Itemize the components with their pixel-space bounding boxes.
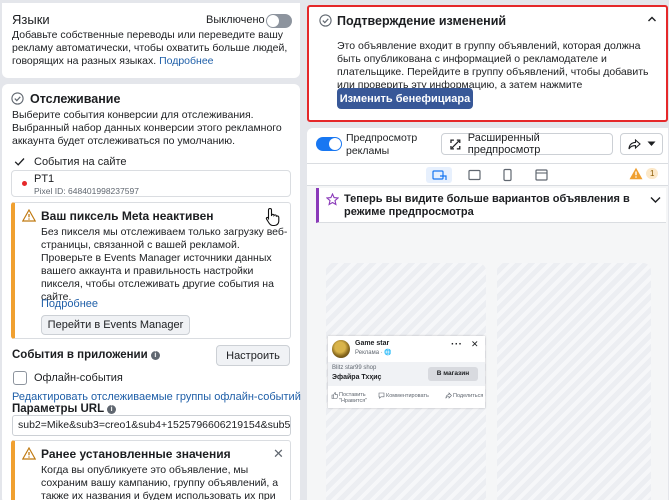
chevron-down-icon	[647, 141, 655, 146]
share-dropdown-button[interactable]	[620, 133, 663, 155]
edit-offline-events-link[interactable]: Редактировать отслеживаемые группы офлай…	[12, 391, 301, 403]
pixel-warning-text: Без пикселя мы отслеживаем только загруз…	[41, 226, 288, 303]
languages-more-link[interactable]: Подробнее	[159, 55, 213, 67]
languages-card: Языки Выключено Добавьте собственные пер…	[2, 3, 300, 78]
app-events-info-icon: i	[150, 351, 160, 360]
ad-page-name: Game star	[355, 340, 390, 347]
setup-button[interactable]: Настроить	[216, 345, 290, 366]
confirm-check-icon	[319, 14, 332, 30]
mouse-cursor-icon	[264, 207, 282, 230]
advanced-preview-button[interactable]: Расширенный предпросмотр	[441, 132, 613, 156]
ad-close-icon[interactable]: ✕	[471, 339, 479, 350]
warning-icon	[21, 208, 37, 225]
website-events-label: События на сайте	[34, 156, 127, 168]
tracking-check-icon	[11, 92, 24, 105]
preview-panel: Предпросмотр рекламы Расширенный предпро…	[307, 128, 668, 500]
pixel-warning-more-link[interactable]: Подробнее	[41, 298, 98, 310]
pixel-status-dot	[22, 181, 27, 186]
variants-notice: Теперь вы видите больше вариантов объявл…	[316, 188, 666, 223]
confirm-title: Подтверждение изменений	[337, 14, 507, 28]
offline-events-checkbox[interactable]	[13, 371, 27, 385]
warning-triangle-icon	[629, 167, 643, 180]
prior-values-box: Ранее установленные значения ✕ Когда вы …	[11, 440, 291, 500]
tracking-description: Выберите события конверсии для отслежива…	[12, 109, 282, 147]
tab-layout-icon[interactable]	[533, 167, 549, 186]
tracking-title: Отслеживание	[30, 92, 121, 106]
change-beneficiary-button[interactable]: Изменить бенефициара	[337, 88, 473, 109]
tracking-card: Отслеживание Выберите события конверсии …	[2, 84, 301, 500]
url-params-label: Параметры URL i	[12, 403, 117, 415]
preview-topbar: Предпросмотр рекламы Расширенный предпро…	[307, 128, 668, 164]
preview-toggle[interactable]	[316, 137, 342, 151]
prior-values-warning-icon	[21, 446, 37, 463]
ad-product-title: Эфайра Тхҳиç	[332, 374, 382, 381]
offline-events-label: Офлайн-события	[34, 372, 123, 384]
tab-phone-icon[interactable]	[499, 167, 515, 186]
tab-desktop-icon[interactable]	[466, 167, 482, 186]
ad-sponsored-label: Реклама · 🌐	[355, 350, 392, 356]
star-icon	[325, 192, 340, 209]
expand-icon	[450, 138, 461, 150]
prior-values-text: Когда вы опубликуете это объявление, мы …	[41, 464, 279, 500]
pixel-name: PT1	[34, 173, 55, 185]
device-tabs: 1	[307, 164, 668, 186]
ad-preview-card: Game star Реклама · 🌐 ··· ✕ Blitz star99…	[328, 336, 485, 408]
warning-count: 1	[646, 168, 659, 179]
tab-mobile-feed-icon[interactable]	[426, 167, 452, 183]
warning-badge[interactable]: 1	[629, 167, 659, 180]
languages-title: Языки	[12, 12, 50, 27]
prior-values-close-icon[interactable]: ✕	[273, 446, 284, 462]
prior-values-title: Ранее установленные значения	[41, 447, 231, 461]
preview-placeholder-right	[497, 263, 651, 500]
ad-cta-button[interactable]: В магазин	[428, 367, 478, 381]
page-avatar	[332, 340, 350, 358]
pixel-warning-title: Ваш пиксель Meta неактивен	[41, 209, 214, 223]
ad-shop-name: Blitz star99 shop	[332, 365, 377, 371]
ad-share-action[interactable]: Поделиться	[445, 392, 483, 399]
pixel-row[interactable]: PT1 Pixel ID: 648401998237597	[11, 170, 291, 197]
ad-comment-action[interactable]: Комментировать	[378, 392, 429, 399]
pixel-warning-box: Ваш пиксель Meta неактивен Без пикселя м…	[11, 202, 291, 339]
url-params-info-icon: i	[107, 405, 117, 414]
languages-toggle[interactable]	[266, 14, 292, 28]
comment-icon	[378, 392, 385, 399]
like-icon	[331, 392, 338, 399]
languages-description: Добавьте собственные переводы или переве…	[12, 29, 288, 67]
confirm-collapse-icon[interactable]	[646, 13, 658, 28]
ad-like-action[interactable]: Поставить "Нравится"	[331, 392, 377, 404]
share-icon	[627, 138, 641, 149]
preview-toggle-label: Предпросмотр рекламы	[346, 132, 418, 157]
app-events-label: События в приложении i	[12, 349, 160, 361]
share-action-icon	[445, 392, 452, 399]
ad-cta-strip: Blitz star99 shop Эфайра Тхҳиç В магазин	[328, 362, 485, 386]
ad-actions: Поставить "Нравится" Комментировать Поде…	[328, 388, 485, 408]
confirm-changes-card: Подтверждение изменений Это объявление в…	[307, 5, 668, 122]
languages-toggle-label: Выключено	[206, 14, 265, 26]
variants-notice-text: Теперь вы видите больше вариантов объявл…	[344, 193, 630, 218]
url-params-input[interactable]: sub2=Mike&sub3=creo1&sub4+15257966062191…	[12, 415, 291, 436]
ad-more-icon[interactable]: ···	[451, 339, 463, 350]
pixel-id: Pixel ID: 648401998237597	[34, 186, 139, 196]
events-manager-button[interactable]: Перейти в Events Manager	[41, 315, 190, 335]
website-events-check-icon	[13, 155, 26, 171]
notice-chevron-down-icon[interactable]	[650, 195, 661, 207]
